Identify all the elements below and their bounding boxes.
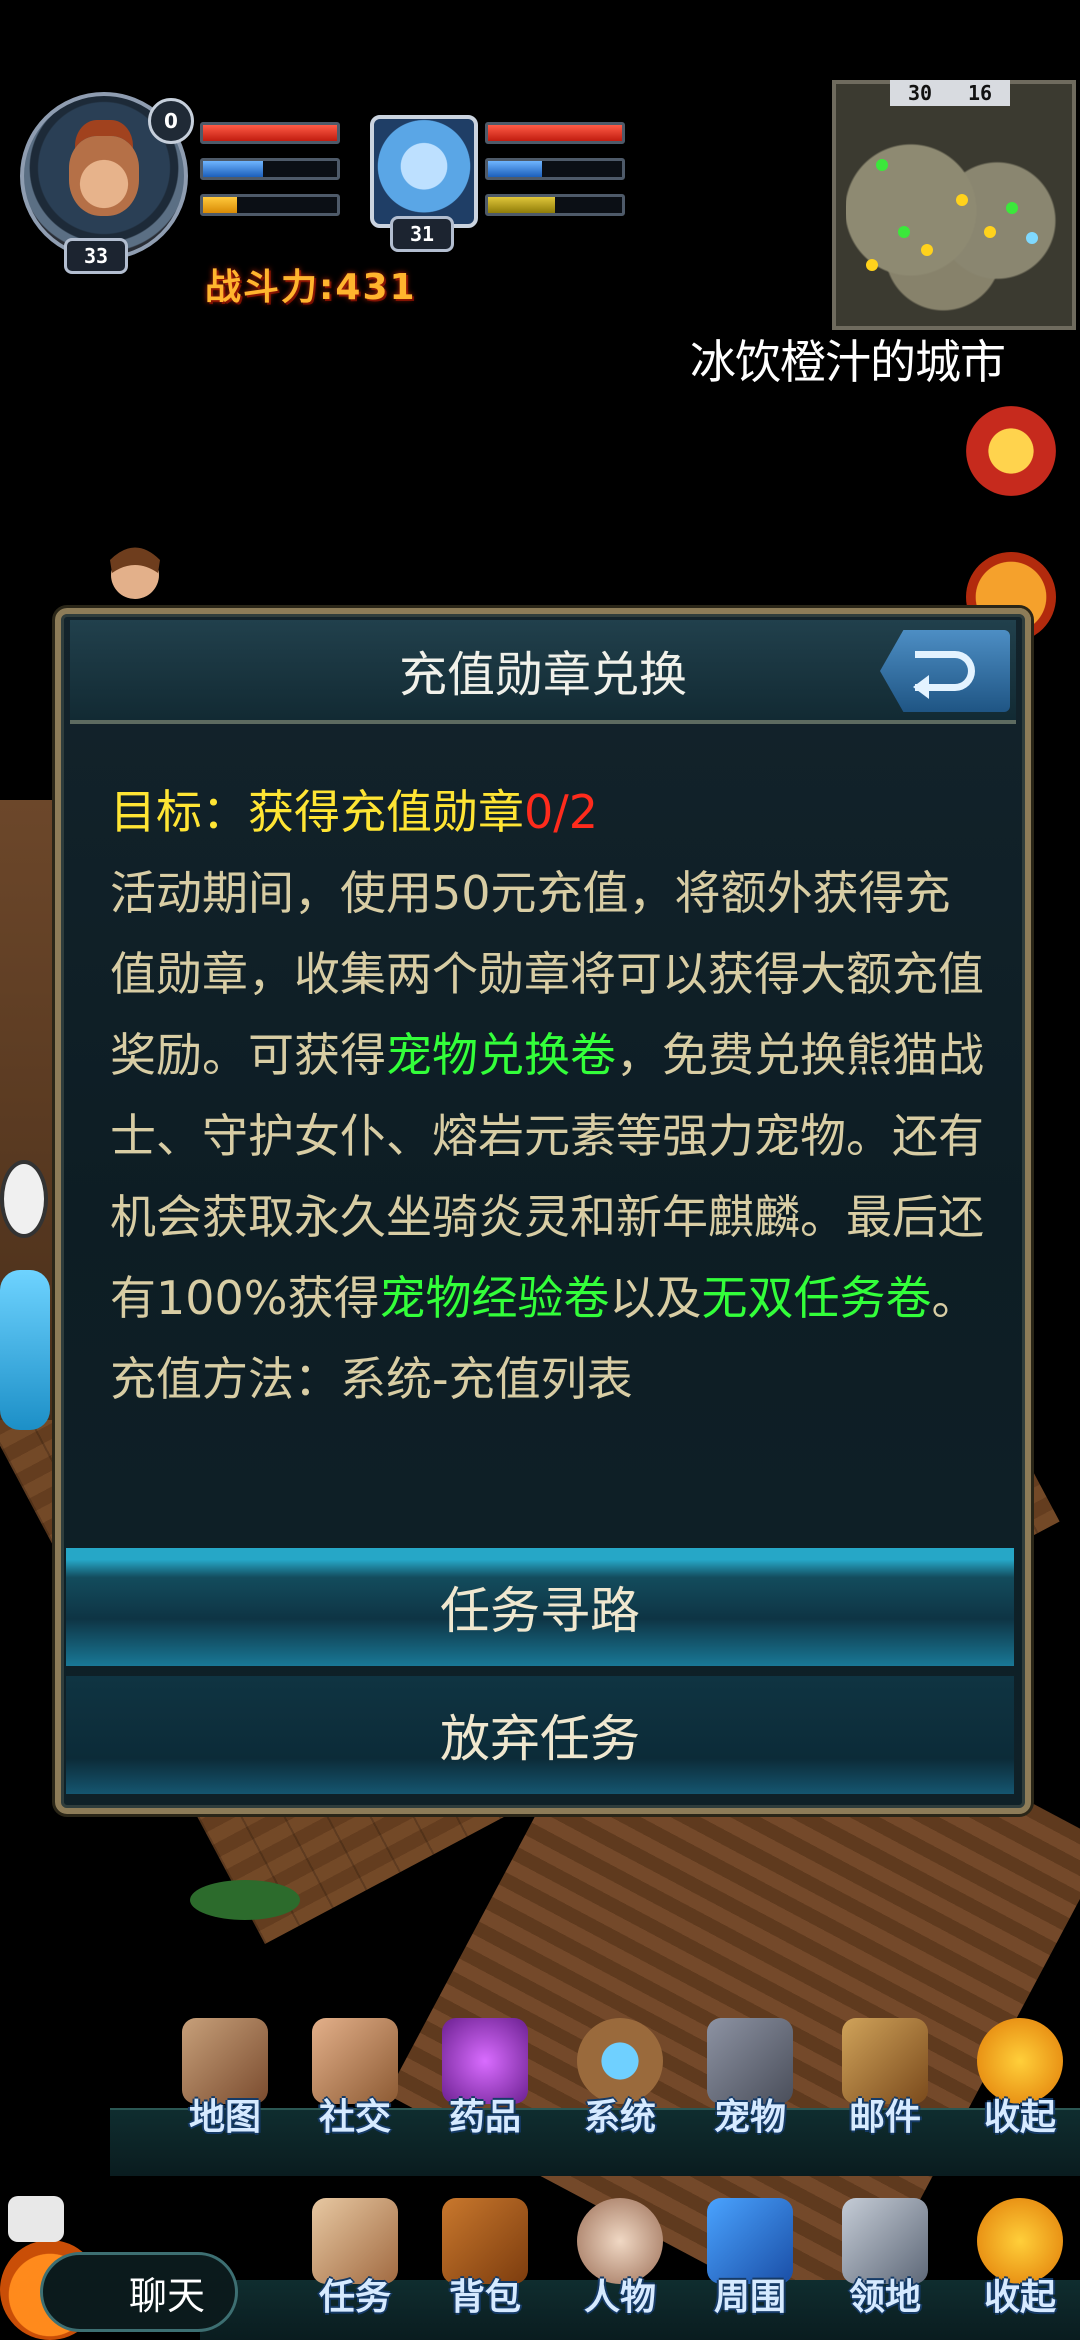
- menu-social-button[interactable]: 社交: [300, 2010, 410, 2140]
- back-arrow-icon: [913, 651, 975, 699]
- menu-nearby-label: 周围: [713, 2277, 786, 2318]
- goal-prefix: 目标：: [110, 785, 248, 839]
- menu-task-button[interactable]: 任务: [300, 2190, 410, 2320]
- menu-map-button[interactable]: 地图: [170, 2010, 280, 2140]
- player-hp-bar: [200, 122, 340, 144]
- shop-icon[interactable]: [966, 406, 1056, 496]
- pet-mp-bar: [485, 158, 625, 180]
- abandon-quest-button[interactable]: 放弃任务: [66, 1676, 1014, 1794]
- pet-exp-bar: [485, 194, 625, 216]
- coord-x: 30: [907, 81, 933, 105]
- npc-character[interactable]: [0, 1270, 50, 1430]
- city-name: 冰饮橙汁的城市: [690, 335, 1006, 389]
- player-mp-bar: [200, 158, 340, 180]
- player-level-badge: 33: [64, 238, 128, 274]
- menu-social-label: 社交: [318, 2097, 391, 2138]
- menu-pet-label: 宠物: [713, 2097, 786, 2138]
- chat-button[interactable]: 聊天: [40, 2252, 238, 2332]
- goal-progress: 0/2: [524, 785, 599, 839]
- menu-potion-button[interactable]: 药品: [430, 2010, 540, 2140]
- minimap[interactable]: [832, 80, 1076, 330]
- player-exp-bar: [200, 194, 340, 216]
- menu-character-button[interactable]: 人物: [565, 2190, 675, 2320]
- menu-system-button[interactable]: 系统: [565, 2010, 675, 2140]
- coord-y: 16: [967, 81, 993, 105]
- menu-potion-label: 药品: [448, 2097, 521, 2138]
- abandon-quest-label: 放弃任务: [440, 1710, 640, 1768]
- menu-pet-button[interactable]: 宠物: [695, 2010, 805, 2140]
- dialog-title: 充值勋章兑换: [398, 647, 687, 703]
- menu-bag-label: 背包: [448, 2277, 521, 2318]
- menu-collapse-bottom-label: 收起: [983, 2277, 1056, 2318]
- goal-verb: 获得: [248, 785, 340, 839]
- menu-territory-label: 领地: [848, 2277, 921, 2318]
- menu-collapse-top-label: 收起: [983, 2097, 1056, 2138]
- quest-pathfind-button[interactable]: 任务寻路: [66, 1548, 1014, 1666]
- minimap-coordinates: 30 16: [890, 80, 1010, 106]
- pet-avatar[interactable]: [370, 115, 478, 228]
- menu-system-label: 系统: [583, 2097, 656, 2138]
- pet-hp-bar: [485, 122, 625, 144]
- pet-exchange-scroll-link[interactable]: 宠物兑换卷: [386, 1028, 616, 1082]
- pet-level-badge: 31: [390, 216, 454, 252]
- menu-collapse-bottom-button[interactable]: 收起: [965, 2190, 1075, 2320]
- back-button[interactable]: [880, 630, 1010, 712]
- combat-power: 战斗力:431: [205, 267, 417, 308]
- menu-bag-button[interactable]: 背包: [430, 2190, 540, 2320]
- menu-task-label: 任务: [318, 2277, 391, 2318]
- description-part3: 以及: [609, 1271, 702, 1325]
- wushuang-task-scroll-link[interactable]: 无双任务卷: [702, 1271, 932, 1325]
- quest-pathfind-label: 任务寻路: [440, 1582, 640, 1640]
- goal-item: 充值勋章: [340, 785, 524, 839]
- menu-mail-button[interactable]: 邮件: [830, 2010, 940, 2140]
- plant-decoration: [190, 1880, 300, 1920]
- menu-nearby-button[interactable]: 周围: [695, 2190, 805, 2320]
- npc-question-marker[interactable]: [0, 1160, 48, 1238]
- menu-collapse-top-button[interactable]: 收起: [965, 2010, 1075, 2140]
- player-face-icon: [69, 136, 139, 216]
- menu-mail-label: 邮件: [848, 2097, 921, 2138]
- speech-bubble-icon: [8, 2196, 64, 2242]
- pet-exp-scroll-link[interactable]: 宠物经验卷: [380, 1271, 610, 1325]
- menu-character-label: 人物: [583, 2277, 656, 2318]
- chat-label: 聊天: [128, 2273, 205, 2318]
- quest-description: 目标：获得充值勋章0/2 活动期间，使用50元充值，将额外获得充值勋章，收集两个…: [110, 772, 990, 1420]
- menu-territory-button[interactable]: 领地: [830, 2190, 940, 2320]
- menu-map-label: 地图: [188, 2097, 261, 2138]
- notification-badge: 0: [148, 98, 194, 144]
